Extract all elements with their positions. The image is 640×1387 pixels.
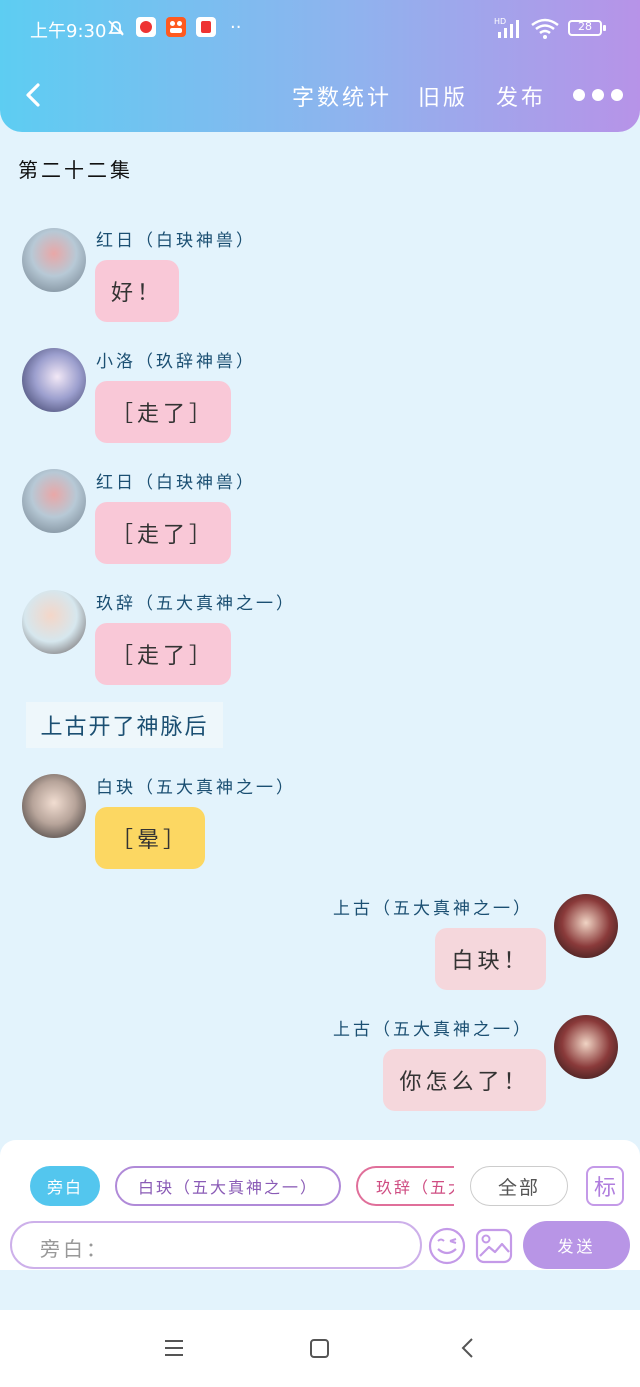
message-input-placeholder: 旁白： [40,1237,109,1261]
battery-tip [603,25,606,31]
speaker-name: 红日（白玦神兽） [96,231,256,251]
avatar[interactable] [22,469,86,533]
signal-icon: HD [494,17,519,38]
system-nav-bar [0,1310,640,1387]
svg-text:HD: HD [494,17,506,26]
speaker-name: 白玦（五大真神之一） [96,778,296,798]
message-bubble[interactable]: ［晕］ [95,807,205,869]
avatar[interactable] [22,228,86,292]
composer-panel: 旁白 白玦（五大真神之一） 玖辞（五大真神之一） 全部 标 旁白： 发送 [0,1140,640,1270]
all-roles-button[interactable]: 全部 [470,1166,568,1206]
back-icon[interactable] [459,1336,477,1360]
emoji-icon[interactable] [427,1226,467,1266]
battery-icon: 28 [568,20,602,36]
avatar[interactable] [22,590,86,654]
speaker-name: 上古（五大真神之一） [333,899,533,919]
episode-title: 第二十二集 [18,158,133,182]
message-bubble[interactable]: 白玦！ [435,928,546,990]
news-app-icon [196,17,216,37]
avatar[interactable] [22,774,86,838]
mark-button[interactable]: 标 [586,1166,624,1206]
image-icon[interactable] [474,1226,514,1266]
role-chip-jiuci[interactable]: 玖辞（五大真神之一） [356,1166,454,1206]
message-bubble[interactable]: 你怎么了！ [383,1049,546,1111]
video-app-icon [136,17,156,37]
speaker-name: 红日（白玦神兽） [96,473,256,493]
avatar[interactable] [22,348,86,412]
home-icon[interactable] [309,1338,331,1360]
battery-level: 28 [578,20,592,33]
word-count-button[interactable]: 字数统计 [292,80,392,112]
status-time: 上午9:30 [30,21,107,42]
message-bubble[interactable]: ［走了］ [95,623,231,685]
speaker-name: 上古（五大真神之一） [333,1020,533,1040]
send-button[interactable]: 发送 [523,1221,630,1269]
wifi-icon [531,18,559,39]
speaker-name: 小洛（玖辞神兽） [96,352,256,372]
back-chevron-icon[interactable] [22,82,46,108]
message-input[interactable]: 旁白： [10,1221,422,1269]
recent-apps-icon[interactable] [163,1338,185,1358]
narration-line[interactable]: 上古开了神脉后 [26,702,223,748]
status-more: ·· [230,17,242,38]
message-bubble[interactable]: ［走了］ [95,502,231,564]
publish-button[interactable]: 发布 [496,80,546,112]
avatar[interactable] [554,1015,618,1079]
role-chip-baijue[interactable]: 白玦（五大真神之一） [115,1166,341,1206]
more-dots-icon[interactable] [572,88,624,102]
mute-bell-icon [108,20,124,36]
old-version-button[interactable]: 旧版 [418,80,468,112]
app-header: 上午9:30 ·· HD 28 字数统计 旧版 发布 [0,0,640,132]
message-bubble[interactable]: 好！ [95,260,179,322]
role-chip-narration[interactable]: 旁白 [30,1166,100,1206]
message-bubble[interactable]: ［走了］ [95,381,231,443]
avatar[interactable] [554,894,618,958]
kuaishou-app-icon [166,17,186,37]
speaker-name: 玖辞（五大真神之一） [96,594,296,614]
